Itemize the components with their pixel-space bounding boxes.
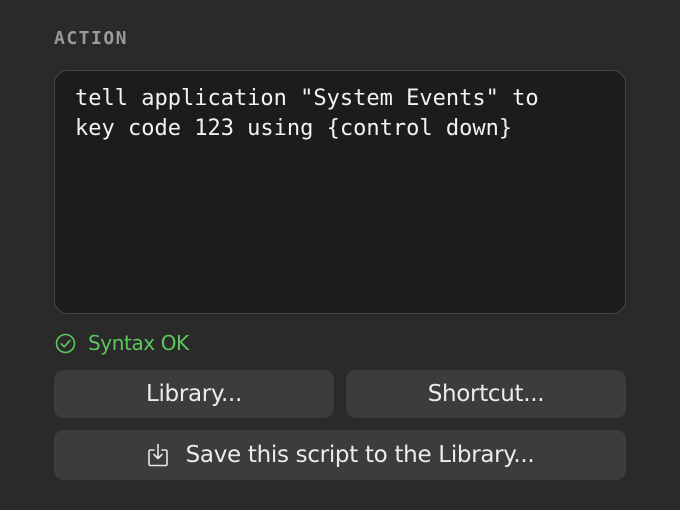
library-button-label: Library... (145, 381, 243, 407)
save-to-library-label: Save this script to the Library... (185, 442, 535, 468)
script-editor[interactable]: tell application "System Events" to key … (54, 70, 626, 314)
syntax-status: Syntax OK (55, 331, 189, 355)
shortcut-button-label: Shortcut... (427, 381, 545, 407)
script-code[interactable]: tell application "System Events" to key … (75, 84, 605, 144)
section-label: ACTION (54, 28, 129, 49)
library-button[interactable]: Library... (54, 370, 334, 418)
save-to-tray-icon (147, 443, 168, 467)
shortcut-button[interactable]: Shortcut... (346, 370, 626, 418)
syntax-status-text: Syntax OK (88, 331, 189, 355)
checkmark-circle-icon (55, 333, 76, 353)
save-to-library-button[interactable]: Save this script to the Library... (54, 430, 626, 480)
